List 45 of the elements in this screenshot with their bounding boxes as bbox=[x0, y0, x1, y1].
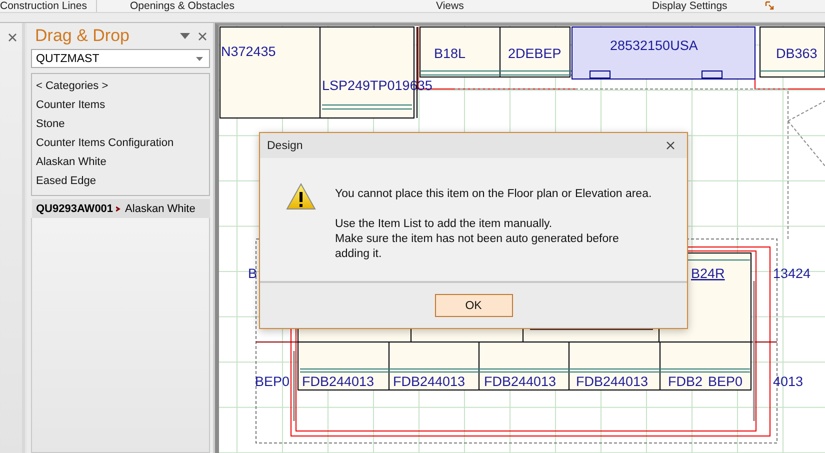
warning-icon bbox=[286, 183, 316, 210]
category-item[interactable]: Alaskan White bbox=[32, 153, 209, 172]
category-item[interactable]: Eased Edge bbox=[32, 172, 209, 191]
cabinet-label: FDB244013 bbox=[302, 374, 374, 389]
ribbon-group-label: Views bbox=[436, 0, 464, 12]
dialog-message: You cannot place this item on the Floor plan or Elevation area. bbox=[335, 187, 652, 202]
cabinet-label: FDB2 bbox=[668, 374, 703, 389]
catalog-dropdown[interactable]: QUTZMAST bbox=[31, 49, 210, 68]
category-item[interactable]: Counter Items Configuration bbox=[32, 134, 209, 153]
dialog-launcher-icon[interactable] bbox=[765, 1, 774, 10]
panel-title: Drag & Drop bbox=[35, 26, 130, 46]
category-item[interactable]: Counter Items bbox=[32, 96, 209, 115]
cabinet-label: FDB244013 bbox=[576, 374, 648, 389]
ribbon-group-label: Display Settings bbox=[652, 0, 728, 12]
item-description: Alaskan White bbox=[125, 202, 196, 214]
cabinet-label: FDB244013 bbox=[484, 374, 556, 389]
cabinet-label: FDB244013 bbox=[393, 374, 466, 389]
close-icon[interactable] bbox=[8, 33, 17, 42]
selected-item-row[interactable]: QU9293AW001 Alaskan White bbox=[32, 199, 210, 218]
ribbon-group-label: Openings & Obstacles bbox=[130, 0, 234, 12]
cabinet-label: BEP0 bbox=[708, 374, 743, 389]
cabinet-label: B18L bbox=[434, 46, 466, 61]
cabinet-label: 13424 bbox=[773, 266, 811, 281]
cabinet-label: 28532150USA bbox=[610, 38, 698, 53]
cabinet-label: DB363 bbox=[776, 46, 818, 61]
item-code: QU9293AW001 bbox=[36, 202, 114, 214]
dialog-message: Use the Item List to add the item manually. bbox=[335, 217, 554, 232]
close-icon[interactable] bbox=[198, 32, 207, 40]
category-item[interactable]: < Categories > bbox=[32, 77, 209, 96]
caret-icon bbox=[196, 56, 203, 60]
dropdown-arrow-icon[interactable] bbox=[180, 33, 190, 39]
ribbon-group-label: Construction Lines bbox=[0, 0, 87, 12]
cabinet-label: N372435 bbox=[221, 44, 276, 59]
chevron-icon bbox=[116, 206, 122, 212]
category-item[interactable]: Stone bbox=[32, 115, 209, 134]
dialog-message: adding it. bbox=[335, 247, 383, 262]
cabinet-label: 2DEBEP bbox=[508, 46, 562, 61]
cabinet-label: B bbox=[248, 266, 258, 281]
cabinet-label: BEP0 bbox=[255, 374, 290, 389]
dialog-message: Make sure the item has not been auto generated before bbox=[335, 232, 620, 247]
cabinet-label: B24R bbox=[691, 266, 725, 281]
close-icon[interactable] bbox=[666, 141, 675, 150]
cabinet-label: 4013 bbox=[773, 374, 804, 389]
dialog-title: Design bbox=[267, 140, 303, 152]
ok-button[interactable]: OK bbox=[434, 294, 512, 317]
